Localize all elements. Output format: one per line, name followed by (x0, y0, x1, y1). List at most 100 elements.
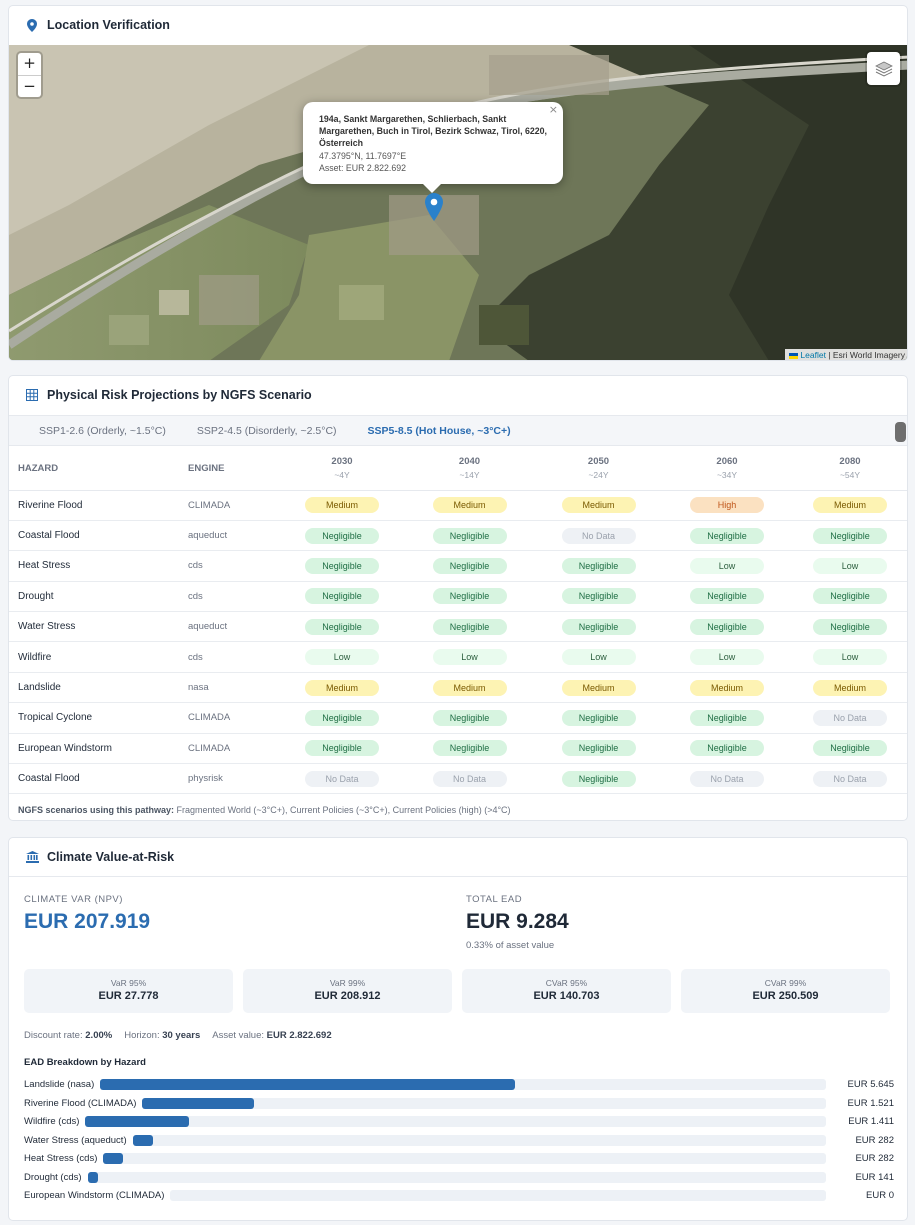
risk-level-badge: Negligible (561, 588, 636, 605)
table-row: European Windstorm CLIMADA Negligible Negli… (9, 733, 907, 765)
risk-level-badge: Negligible (690, 709, 764, 726)
location-marker[interactable] (425, 193, 443, 226)
tab-ssp1-2-6[interactable]: SSP1-2.6 (Orderly, ~1.5°C) (39, 425, 166, 437)
engine-cell: cds (179, 641, 279, 673)
engine-cell: aqueduct (179, 611, 279, 643)
ead-bar (85, 1116, 189, 1127)
col-year: 2060 ~34Y (663, 447, 791, 491)
risk-level-badge: Negligible (305, 740, 379, 757)
risk-cell: Negligible (405, 611, 534, 643)
risk-cell: No Data (534, 520, 663, 552)
table-row: Heat Stress cds Negligible Negligible Neglig… (9, 550, 907, 582)
zoom-control: + − (18, 53, 41, 97)
ead-label: Water Stress (aqueduct) (24, 1134, 127, 1146)
risk-level-badge: No Data (813, 770, 887, 787)
satellite-map[interactable]: + − × 194a, Sankt Margarethen, Schlierba… (9, 45, 907, 360)
ead-row: Drought (cds) EUR 141 (24, 1171, 894, 1185)
climate-var-card: Climate Value-at-Risk CLIMATE VAR (NPV) … (8, 837, 908, 1221)
risk-cell: Low (279, 641, 405, 673)
risk-cell: Low (534, 641, 663, 673)
risk-cell: Low (663, 641, 791, 673)
risk-level-badge: Negligible (813, 527, 887, 544)
ead-bar (88, 1171, 98, 1183)
risk-cell: Low (405, 641, 534, 673)
risk-cell: No Data (405, 763, 534, 795)
zoom-in-button[interactable]: + (18, 53, 41, 75)
risk-cell: Negligible (279, 702, 405, 734)
popup-tip (423, 184, 441, 193)
risk-level-badge: Negligible (432, 527, 507, 544)
tab-ssp5-8-5[interactable]: SSP5-8.5 (Hot House, ~3°C+) (368, 425, 511, 437)
col-year: 2040 ~14Y (405, 447, 534, 491)
layers-button[interactable] (867, 52, 900, 85)
ead-row: European Windstorm (CLIMADA) EUR 0 (24, 1189, 894, 1203)
ead-row: Water Stress (aqueduct) EUR 282 (24, 1134, 894, 1148)
risk-cell: No Data (791, 702, 907, 734)
col-year-sub: ~14Y (459, 470, 480, 481)
ead-value: EUR 1.411 (848, 1116, 894, 1127)
col-year-sub: ~34Y (716, 470, 738, 481)
col-year-label: 2060 (716, 456, 738, 468)
risk-cell: No Data (791, 763, 907, 795)
risk-level-badge: High (690, 497, 764, 514)
risk-level-badge: Low (432, 649, 507, 666)
hazard-cell: Landslide (9, 672, 179, 704)
risk-level-badge: Negligible (305, 588, 379, 605)
discount-rate-label: Discount rate: (24, 1030, 83, 1041)
tab-ssp2-4-5[interactable]: SSP2-4.5 (Disorderly, ~2.5°C) (197, 425, 337, 437)
map-marker-icon (425, 193, 443, 221)
col-year: 2080 ~54Y (791, 447, 907, 491)
ead-value: EUR 282 (855, 1134, 894, 1146)
risk-cell: Low (791, 641, 907, 673)
risk-level-badge: Medium (813, 497, 887, 514)
risk-cell: Negligible (534, 611, 663, 643)
risk-level-badge: Negligible (305, 527, 379, 544)
ead-row: Heat Stress (cds) EUR 282 (24, 1152, 894, 1166)
risk-cell: Negligible (663, 581, 791, 613)
risk-level-badge: Low (813, 557, 887, 574)
total-ead-value: EUR 9.284 (466, 910, 569, 933)
risk-cell: Negligible (534, 733, 663, 765)
risk-card-header: Physical Risk Projections by NGFS Scenar… (9, 376, 907, 414)
climate-var-label: CLIMATE VAR (NPV) (24, 894, 123, 905)
ead-label: Drought (cds) (24, 1171, 82, 1183)
hazard-cell: Drought (9, 581, 179, 613)
risk-level-badge: Negligible (561, 740, 636, 757)
risk-table-header: HAZARD ENGINE 2030 ~4Y 2040 ~14Y 2050 ~24Y … (9, 447, 907, 491)
popup-close-button[interactable]: × (549, 103, 558, 116)
ead-label: European Windstorm (CLIMADA) (24, 1190, 165, 1201)
ead-label: Riverine Flood (CLIMADA) (24, 1097, 137, 1109)
location-verification-card: Location Verification + − × 194a, Sankt … (8, 5, 908, 361)
ead-label: Wildfire (cds) (24, 1116, 80, 1127)
risk-level-badge: Medium (305, 497, 379, 514)
risk-cell: Negligible (791, 520, 907, 552)
risk-cell: Medium (663, 672, 791, 704)
map-pin-icon (25, 18, 39, 32)
engine-cell: cds (179, 550, 279, 582)
risk-cell: Negligible (405, 550, 534, 582)
col-year-label: 2050 (587, 456, 610, 468)
risk-level-badge: Negligible (690, 527, 764, 544)
popup-coordinates: 47.3795°N, 11.7697°E (319, 150, 407, 161)
risk-cell: Negligible (534, 763, 663, 795)
asset-value: EUR 2.822.692 (266, 1030, 332, 1041)
zoom-out-button[interactable]: − (18, 75, 41, 97)
risk-cell: No Data (279, 763, 405, 795)
risk-level-badge: Negligible (813, 618, 887, 635)
engine-cell: physrisk (179, 763, 279, 795)
location-card-header: Location Verification (9, 6, 907, 44)
risk-level-badge: Negligible (305, 709, 379, 726)
metric-label: CVaR 95% (545, 978, 588, 988)
risk-cell: Negligible (405, 520, 534, 552)
risk-cell: Medium (405, 672, 534, 704)
risk-cell: Low (663, 550, 791, 582)
ead-value: EUR 141 (855, 1171, 894, 1183)
ead-bar (142, 1097, 254, 1109)
horizon-label: Horizon: (124, 1030, 160, 1041)
metric-label: VaR 99% (329, 978, 366, 988)
hazard-cell: Tropical Cyclone (9, 702, 179, 734)
col-year-label: 2030 (331, 456, 353, 468)
tabs-scrollbar[interactable] (895, 422, 906, 442)
risk-cell: Medium (279, 672, 405, 704)
leaflet-link[interactable]: Leaflet (800, 350, 826, 360)
